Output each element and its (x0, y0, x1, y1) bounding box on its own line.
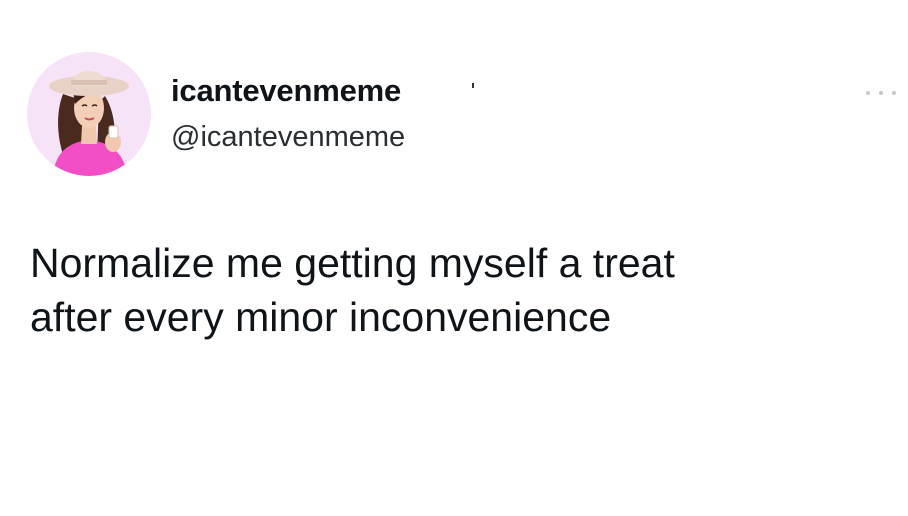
user-handle[interactable]: @icantevenmeme (171, 120, 405, 154)
tweet-card: icantevenmeme @icantevenmeme Normalize m… (0, 0, 908, 516)
stray-mark (472, 83, 474, 88)
more-horizontal-icon (892, 91, 896, 95)
more-options-button[interactable] (866, 86, 896, 100)
display-name[interactable]: icantevenmeme (171, 73, 405, 109)
avatar[interactable] (27, 52, 151, 176)
avatar-illustration (27, 52, 151, 176)
more-horizontal-icon (879, 91, 883, 95)
more-horizontal-icon (866, 91, 870, 95)
author-block: icantevenmeme @icantevenmeme (171, 73, 405, 154)
tweet-text: Normalize me getting myself a treat afte… (30, 240, 675, 340)
